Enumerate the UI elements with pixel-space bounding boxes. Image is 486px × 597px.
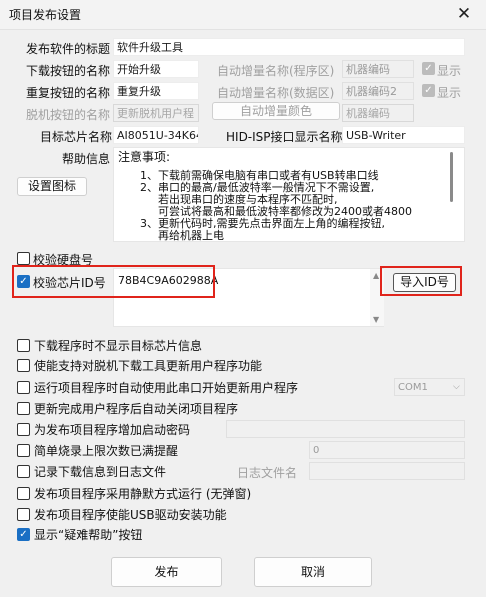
help-textarea[interactable]: 注意事项: 1、下载前需确保电脑有串口或者有USB转串口线 2、串口的最高/最低… [113,147,465,242]
option-checkbox-8[interactable] [17,486,30,500]
auto-data-input[interactable]: 机器编码2 [342,82,414,100]
option-row-8[interactable]: 发布项目程序采用静默方式运行 (无弹窗) [17,484,251,502]
option-row-4[interactable]: 更新完成用户程序后自动关闭项目程序 [17,399,238,417]
offline-code-input[interactable]: 机器编码 [342,104,414,122]
download-btn-label: 下载按钮的名称 [26,64,111,78]
close-icon[interactable]: ✕ [452,2,476,26]
offline-btn-label: 脱机按钮的名称 [26,108,111,122]
option-row-5[interactable]: 为发布项目程序增加启动密码 [17,420,190,438]
option-checkbox-7[interactable] [17,464,30,478]
chevron-down-icon: ⌵ [453,382,460,392]
auto-program-label: 自动增量名称(程序区) [217,64,335,78]
option-label-8: 发布项目程序采用静默方式运行 (无弹窗) [34,486,252,501]
offline-btn-input[interactable]: 更新脱机用户程 [113,104,199,122]
highlight-chip-id [12,265,215,298]
auto-program-input[interactable]: 机器编码 [342,60,414,78]
option-checkbox-6[interactable] [17,443,30,457]
target-chip-input[interactable]: AI8051U-34K64 [113,126,199,144]
show-label-2: 显示 [437,86,462,100]
option-label-10: 显示“疑难帮助”按钮 [34,527,143,542]
hid-name-input[interactable]: USB-Writer [342,126,465,144]
help-scrollbar[interactable] [450,152,453,202]
option-checkbox-5[interactable] [17,422,30,436]
scroll-up-icon[interactable]: ▲ [373,271,379,280]
option-row-1[interactable]: 下载程序时不显示目标芯片信息 [17,336,202,354]
help-label: 帮助信息 [62,152,111,166]
highlight-import-button [380,266,462,296]
logfile-input[interactable] [309,462,465,480]
password-input[interactable] [226,420,465,438]
option-checkbox-4[interactable] [17,401,30,415]
option-checkbox-3[interactable] [17,380,30,394]
count-input[interactable]: 0 [309,441,465,459]
auto-color-button[interactable]: 自动增量颜色 [212,102,340,120]
show-checkbox-2[interactable]: ✓ [422,84,435,97]
option-checkbox-10[interactable]: ✓ [17,527,30,541]
option-row-3[interactable]: 运行项目程序时自动使用此串口开始更新用户程序 [17,378,298,396]
option-row-6[interactable]: 简单烧录上限次数已满提醒 [17,441,178,459]
com-port-value: COM1 [398,382,428,393]
option-label-9: 发布项目程序使能USB驱动安装功能 [34,507,227,522]
publish-button[interactable]: 发布 [111,557,222,587]
show-label-1: 显示 [437,64,462,78]
target-chip-label: 目标芯片名称 [40,130,113,144]
scroll-down-icon[interactable]: ▼ [373,315,379,324]
option-row-2[interactable]: 使能支持对脱机下载工具更新用户程序功能 [17,356,262,374]
reset-btn-input[interactable]: 重复升级 [113,82,199,100]
publish-title-label: 发布软件的标题 [26,42,111,56]
help-line-0: 注意事项: [118,150,171,164]
option-label-2: 使能支持对脱机下载工具更新用户程序功能 [34,358,263,373]
option-label-5: 为发布项目程序增加启动密码 [34,422,191,437]
reset-btn-label: 重复按钮的名称 [26,86,111,100]
option-label-7: 记录下载信息到日志文件 [34,464,167,479]
option-checkbox-1[interactable] [17,338,30,352]
option-row-10[interactable]: ✓ 显示“疑难帮助”按钮 [17,525,142,543]
help-line-6: 再给机器上电 [158,229,224,242]
option-row-7[interactable]: 记录下载信息到日志文件 [17,462,166,480]
hid-name-label: HID-ISP接口显示名称 [226,130,343,144]
option-label-1: 下载程序时不显示目标芯片信息 [34,338,203,353]
com-port-select[interactable]: COM1 ⌵ [394,378,465,396]
verify-disk-checkbox[interactable] [17,252,30,265]
option-label-6: 简单烧录上限次数已满提醒 [34,443,179,458]
auto-data-label: 自动增量名称(数据区) [217,86,335,100]
set-icon-button[interactable]: 设置图标 [17,177,87,196]
logfile-label: 日志文件名 [237,466,298,480]
option-checkbox-9[interactable] [17,507,30,521]
window-title: 项目发布设置 [9,8,82,22]
show-checkbox-1[interactable]: ✓ [422,62,435,75]
cancel-button[interactable]: 取消 [254,557,372,587]
download-btn-input[interactable]: 开始升级 [113,60,199,78]
option-row-9[interactable]: 发布项目程序使能USB驱动安装功能 [17,505,227,523]
option-label-4: 更新完成用户程序后自动关闭项目程序 [34,401,239,416]
option-label-3: 运行项目程序时自动使用此串口开始更新用户程序 [34,380,299,395]
publish-title-input[interactable]: 软件升级工具 [113,38,465,56]
option-checkbox-2[interactable] [17,358,30,372]
